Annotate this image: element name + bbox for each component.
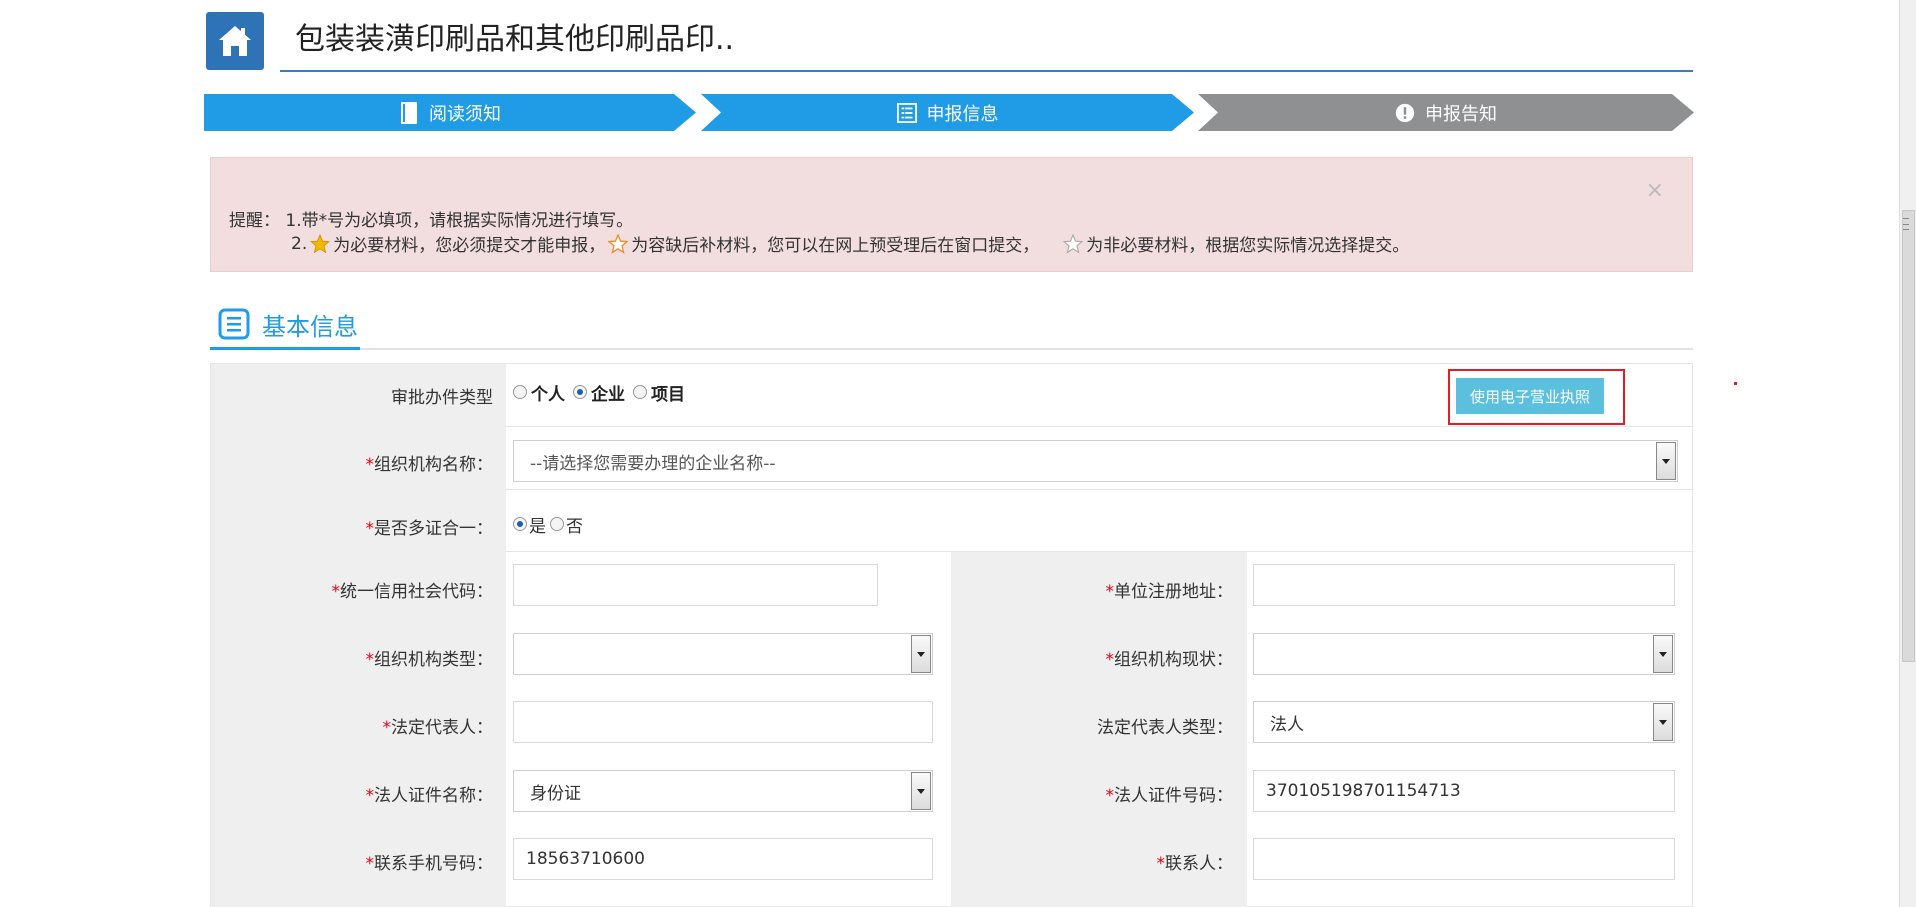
section-underline [210, 347, 360, 350]
id-number-input[interactable]: 370105198701154713 [1253, 770, 1675, 812]
credit-code-label: *统一信用社会代码： [331, 582, 494, 602]
reminder-text-2a: 为必要材料，您必须提交才能申报， [333, 236, 606, 256]
radio-enterprise[interactable] [573, 384, 587, 399]
vertical-scrollbar[interactable] [1899, 0, 1916, 907]
step-application-info[interactable]: 申报信息 [701, 94, 1194, 131]
contact-label: *联系人： [1156, 854, 1234, 874]
radio-no[interactable] [550, 516, 564, 531]
step-label: 申报信息 [926, 103, 999, 125]
contact-input[interactable] [1253, 838, 1675, 880]
chevron-down-icon[interactable] [911, 635, 931, 673]
scrollbar-grip-icon [1903, 218, 1909, 230]
legal-rep-input[interactable] [513, 701, 933, 743]
reminder-prefix: 提醒： [229, 211, 280, 231]
radio-individual[interactable] [513, 384, 527, 399]
step-application-notice[interactable]: 申报告知 [1198, 94, 1694, 131]
radio-label-project: 项目 [651, 385, 685, 405]
step-label: 阅读须知 [429, 103, 501, 125]
title-divider [280, 70, 1693, 72]
document-list-icon [218, 308, 250, 340]
id-name-select[interactable]: 身份证 [513, 770, 933, 812]
legal-rep-type-label: 法定代表人类型： [1097, 718, 1233, 738]
progress-steps: 阅读须知 申报信息 申报告知 [204, 94, 1694, 131]
org-status-select[interactable] [1253, 633, 1675, 675]
chevron-down-icon[interactable] [1656, 442, 1676, 480]
section-title: 基本信息 [262, 312, 358, 341]
reg-address-input[interactable] [1253, 564, 1675, 606]
org-type-select[interactable] [513, 633, 933, 675]
approval-type-label: 审批办件类型 [391, 388, 493, 408]
reminder-line2-prefix: 2. [291, 233, 308, 254]
chevron-down-icon[interactable] [1653, 635, 1673, 673]
approval-type-radios: 个人 企业 项目 [513, 380, 685, 405]
radio-project[interactable] [633, 384, 647, 399]
org-type-label: *组织机构类型： [365, 650, 494, 670]
section-basic-info: 基本信息 [210, 300, 1693, 350]
reminder-line-2: 2. 为必要材料，您必须提交才能申报， 为容缺后补材料，您可以在网上预受理后在窗… [291, 231, 1409, 256]
row-divider [506, 551, 1694, 552]
chevron-down-icon[interactable] [911, 772, 931, 810]
phone-label: *联系手机号码： [365, 854, 494, 874]
org-status-label: *组织机构现状： [1105, 650, 1234, 670]
book-icon [399, 101, 419, 124]
reminder-line-1: 提醒： 1.带*号为必填项，请根据实际情况进行填写。 [229, 206, 633, 231]
reminder-alert: 提醒： 1.带*号为必填项，请根据实际情况进行填写。 2. 为必要材料，您必须提… [210, 157, 1693, 272]
id-number-label: *法人证件号码： [1105, 786, 1234, 806]
reminder-text-1: 1.带*号为必填项，请根据实际情况进行填写。 [285, 211, 634, 231]
home-icon [219, 26, 251, 56]
form-label-column [211, 364, 506, 907]
radio-label-yes: 是 [529, 517, 546, 537]
legal-rep-type-value: 法人 [1270, 714, 1304, 735]
stray-dot [1734, 382, 1737, 385]
required-star-icon [310, 233, 331, 253]
multi-cert-radios: 是 否 [513, 512, 583, 537]
scrollbar-thumb[interactable] [1902, 210, 1915, 662]
reg-address-label: *单位注册地址： [1105, 582, 1234, 602]
radio-label-individual: 个人 [531, 385, 565, 405]
radio-yes[interactable] [513, 516, 527, 531]
step-label: 申报告知 [1425, 103, 1497, 125]
radio-label-no: 否 [566, 517, 583, 537]
org-name-select[interactable]: --请选择您需要办理的企业名称-- [513, 440, 1678, 482]
reminder-text-2b: 为容缺后补材料，您可以在网上预受理后在窗口提交， [631, 236, 1040, 256]
exclamation-icon [1395, 102, 1415, 124]
org-name-label: *组织机构名称： [365, 455, 494, 475]
radio-label-enterprise: 企业 [591, 385, 625, 405]
reminder-text-2c: 为非必要材料，根据您实际情况选择提交。 [1086, 236, 1410, 256]
row-divider [506, 426, 1694, 427]
home-button[interactable] [206, 12, 264, 70]
chevron-down-icon[interactable] [1653, 703, 1673, 741]
optional-star-icon [1063, 233, 1084, 254]
id-name-label: *法人证件名称： [365, 786, 494, 806]
legal-rep-label: *法定代表人： [382, 718, 494, 738]
electronic-license-button[interactable]: 使用电子营业执照 [1456, 378, 1604, 414]
legal-rep-type-select[interactable]: 法人 [1253, 701, 1675, 743]
list-icon [896, 102, 917, 124]
close-icon[interactable]: × [1646, 178, 1664, 203]
phone-input[interactable]: 18563710600 [513, 838, 933, 880]
multi-cert-label: *是否多证合一： [365, 519, 494, 539]
step-read-notice[interactable]: 阅读须知 [204, 94, 696, 131]
org-name-placeholder: --请选择您需要办理的企业名称-- [530, 453, 776, 474]
row-divider [506, 489, 1694, 490]
page-title: 包装装潢印刷品和其他印刷品印.. [295, 22, 735, 57]
credit-code-input[interactable] [513, 564, 878, 606]
deferred-star-icon [608, 233, 629, 254]
id-name-value: 身份证 [530, 783, 581, 804]
